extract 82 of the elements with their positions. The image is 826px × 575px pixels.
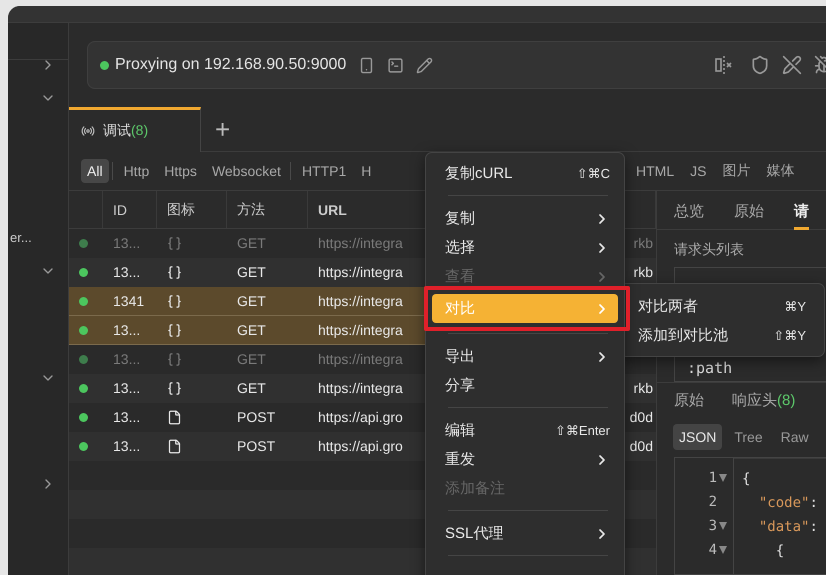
table-cell: GET <box>237 351 266 367</box>
filter-tab[interactable]: Https <box>158 159 203 183</box>
braces-icon <box>167 322 182 338</box>
detail-tab[interactable]: 原始 <box>734 194 764 230</box>
table-cell: https://api.gro <box>318 438 403 454</box>
sidebar-item[interactable]: er... <box>10 230 32 245</box>
braces-icon <box>167 352 182 366</box>
table-cell: https://integra <box>318 264 403 280</box>
table-cell: GET <box>237 293 266 309</box>
braces-icon <box>167 380 182 396</box>
filter-tab[interactable]: 图片 <box>716 158 756 184</box>
menu-item[interactable]: 导出 <box>432 342 618 371</box>
detail-tab[interactable]: 请 <box>794 194 809 230</box>
braces-icon <box>167 236 182 250</box>
table-cell: https://integra <box>318 293 403 309</box>
menu-item[interactable]: 复制cURL ⇧⌘C <box>432 159 618 188</box>
table-cell: POST <box>237 409 276 425</box>
braces-icon <box>167 264 182 280</box>
fold-icon[interactable] <box>719 522 727 530</box>
filter-tab[interactable]: 媒体 <box>760 158 800 184</box>
format-tab[interactable]: Tree <box>728 424 769 450</box>
table-cell: d0d <box>630 438 653 454</box>
table-cell: rkb <box>634 380 653 396</box>
filter-tab[interactable]: HTTP1 <box>296 159 352 183</box>
table-cell: https://integra <box>318 380 403 396</box>
section-title: 请求头列表 <box>673 240 745 259</box>
fold-icon[interactable] <box>719 546 727 554</box>
menu-item[interactable]: SSL代理 <box>432 519 618 548</box>
table-cell: 13... <box>113 438 140 454</box>
table-cell: 13... <box>113 322 140 338</box>
table-cell: POST <box>237 438 276 454</box>
filter-tab[interactable]: Http <box>118 159 156 183</box>
line-number: 3 <box>708 518 717 534</box>
table-cell: GET <box>237 264 266 280</box>
menu-item[interactable]: 分享 <box>432 371 618 400</box>
terminal-icon[interactable] <box>387 56 404 74</box>
table-cell: 13... <box>113 409 140 425</box>
shield-icon[interactable] <box>750 55 770 75</box>
line-number: 4 <box>708 542 717 558</box>
file-icon <box>167 438 182 454</box>
proxy-status: Proxying on 192.168.90.50:9000 <box>115 56 346 74</box>
pen-off-icon[interactable] <box>782 55 802 75</box>
table-cell: rkb <box>634 264 653 280</box>
add-tab-button[interactable]: + <box>201 107 244 151</box>
table-cell: 13... <box>113 380 140 396</box>
format-tab[interactable]: JSON <box>673 424 722 450</box>
table-cell: https://integra <box>318 322 403 338</box>
response-tab[interactable]: 响应头(8) <box>732 391 796 410</box>
filter-tab[interactable]: All <box>81 159 109 183</box>
file-icon <box>167 410 182 424</box>
table-cell: https://integra <box>318 235 403 251</box>
table-cell: https://api.gro <box>318 409 403 425</box>
fold-icon[interactable] <box>719 474 727 482</box>
table-cell: GET <box>237 322 266 338</box>
detail-tab[interactable]: 总览 <box>674 194 704 230</box>
filter-tab[interactable]: Websocket <box>206 159 287 183</box>
code-line: { <box>741 470 752 489</box>
code-line: "code": <box>758 494 819 513</box>
table-cell: rkb <box>634 235 653 251</box>
header-name: :path <box>687 359 732 377</box>
split-icon[interactable] <box>714 55 734 75</box>
line-number: 1 <box>708 470 717 486</box>
code-line: "data": <box>758 518 819 537</box>
line-number: 2 <box>708 494 717 510</box>
session-tab[interactable]: 调试(8) <box>69 107 201 152</box>
table-cell: 13... <box>113 351 140 367</box>
response-tab[interactable]: 原始 <box>674 391 704 410</box>
format-tab[interactable]: Raw <box>774 424 815 450</box>
table-cell: 13... <box>113 235 140 251</box>
filter-tab[interactable]: JS <box>684 159 712 183</box>
antenna-icon <box>81 124 95 138</box>
code-line: { <box>774 542 786 561</box>
table-cell: d0d <box>630 409 653 425</box>
table-cell: 1341 <box>113 293 144 309</box>
filter-tab[interactable]: HTML <box>630 159 680 183</box>
braces-icon <box>167 294 182 308</box>
table-cell: 13... <box>113 264 140 280</box>
table-cell: GET <box>237 235 266 251</box>
pencil-icon[interactable] <box>416 56 434 74</box>
filter-tab[interactable]: H <box>355 159 378 183</box>
table-cell: GET <box>237 380 266 396</box>
table-cell: https://integra <box>318 351 403 367</box>
